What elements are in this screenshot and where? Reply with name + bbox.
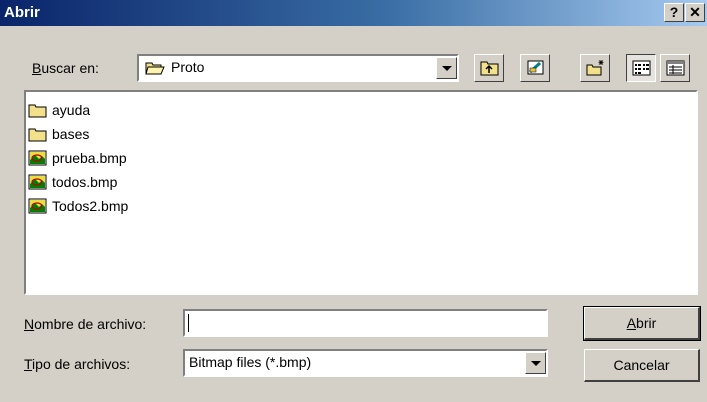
filename-label: Nombre de archivo: <box>24 316 147 332</box>
up-folder-icon <box>480 61 499 76</box>
folder-icon <box>28 104 47 118</box>
file-name: todos.bmp <box>52 174 118 190</box>
details-view-icon <box>666 60 685 76</box>
file-name: ayuda <box>52 102 91 118</box>
help-button[interactable]: ? <box>664 3 684 22</box>
folder-icon <box>28 128 47 142</box>
file-name: Todos2.bmp <box>52 198 129 214</box>
bitmap-file-icon <box>28 174 47 190</box>
filename-input[interactable] <box>183 309 548 337</box>
lookin-value: Proto <box>171 59 205 75</box>
folder-open-icon <box>145 60 165 79</box>
title-bar[interactable]: Abrir ? ✕ <box>0 0 707 26</box>
details-view-button[interactable] <box>660 54 690 82</box>
close-button[interactable]: ✕ <box>685 3 705 22</box>
open-file-dialog: Abrir ? ✕ Buscar en: Proto ayuda bases p… <box>0 0 707 402</box>
filetype-label: Tipo de archivos: <box>24 356 131 372</box>
list-view-icon <box>632 60 651 76</box>
lookin-combobox[interactable]: Proto <box>137 54 459 82</box>
list-view-button[interactable] <box>626 54 656 82</box>
filetype-combobox[interactable]: Bitmap files (*.bmp) <box>183 349 548 377</box>
window-title: Abrir <box>4 4 40 21</box>
lookin-dropdown-button[interactable] <box>436 57 457 79</box>
open-button[interactable]: Abrir <box>583 306 701 341</box>
file-name: prueba.bmp <box>52 150 127 166</box>
text-cursor <box>188 314 189 332</box>
bitmap-file-icon <box>28 150 47 166</box>
up-one-level-button[interactable] <box>474 54 504 82</box>
new-folder-button[interactable] <box>580 54 610 82</box>
cancel-button[interactable]: Cancelar <box>584 349 700 382</box>
desktop-button[interactable] <box>520 54 550 82</box>
filetype-value: Bitmap files (*.bmp) <box>189 354 312 370</box>
file-list[interactable]: ayuda bases prueba.bmp todos.bmp Todos2.… <box>24 90 698 295</box>
bitmap-file-icon <box>28 198 47 214</box>
lookin-label: Buscar en: <box>32 60 99 76</box>
new-folder-icon <box>586 60 604 76</box>
file-name: bases <box>52 126 90 142</box>
desktop-icon <box>527 60 544 75</box>
filetype-dropdown-button[interactable] <box>525 352 546 374</box>
